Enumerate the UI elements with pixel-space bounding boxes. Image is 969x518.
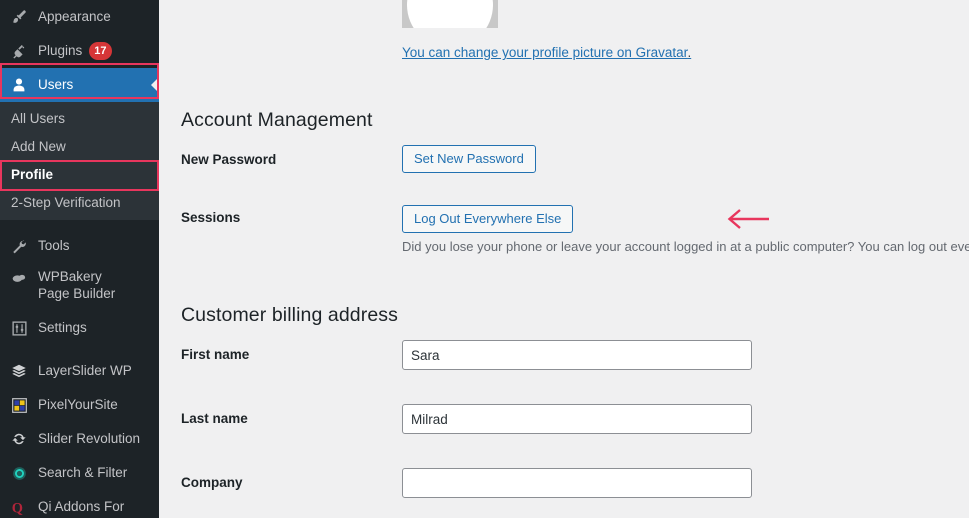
sidebar-item-label: LayerSlider WP [38,363,132,379]
first-name-input[interactable] [402,340,752,370]
grid-squares-icon [9,395,29,415]
cloud-icon [9,269,29,289]
sidebar-item-label: Tools [38,238,70,254]
sidebar-item-label: Qi Addons For [38,499,125,515]
customer-billing-address-title: Customer billing address [181,304,398,327]
avatar-silhouette [407,0,493,28]
admin-sidebar: Appearance Plugins 17 Users All Users Ad… [0,0,159,518]
sidebar-item-wpbakery-page-builder[interactable]: WPBakery Page Builder [0,263,159,311]
submenu-item-label: 2-Step Verification [11,194,121,210]
users-submenu: All Users Add New Profile 2-Step Verific… [0,102,159,220]
gravatar-link-period: . [687,45,692,60]
log-out-everywhere-else-button[interactable]: Log Out Everywhere Else [402,205,574,233]
account-management-title: Account Management [181,109,373,132]
sidebar-item-add-new-user[interactable]: Add New [0,132,159,160]
plugins-update-badge: 17 [89,42,112,60]
sidebar-item-plugins[interactable]: Plugins 17 [0,34,159,68]
first-name-label: First name [181,347,250,362]
target-circle-icon [9,463,29,483]
sidebar-item-settings[interactable]: Settings [0,311,159,345]
paintbrush-icon [9,7,29,27]
sidebar-item-all-users[interactable]: All Users [0,104,159,132]
sidebar-item-layerslider-wp[interactable]: LayerSlider WP [0,354,159,388]
sidebar-item-pixelyoursite[interactable]: PixelYourSite [0,388,159,422]
last-name-label: Last name [181,411,248,426]
plug-icon [9,41,29,61]
sidebar-item-label: PixelYourSite [38,397,118,413]
sidebar-item-label: Appearance [38,9,111,25]
new-password-label: New Password [181,152,277,167]
sidebar-item-users[interactable]: Users [0,68,159,102]
submenu-item-label: All Users [11,110,66,126]
sidebar-item-profile[interactable]: Profile [0,160,159,188]
user-icon [9,75,29,95]
sliders-icon [9,318,29,338]
avatar [402,0,498,28]
sessions-help-text: Did you lose your phone or leave your ac… [402,239,969,254]
wrench-icon [9,236,29,256]
submenu-item-label: Add New [11,138,66,154]
sidebar-item-2-step-verification[interactable]: 2-Step Verification [0,188,159,216]
gravatar-link[interactable]: You can change your profile picture on G… [402,45,691,60]
sidebar-item-slider-revolution[interactable]: Slider Revolution [0,422,159,456]
sessions-label: Sessions [181,210,241,225]
annotation-arrow-left-icon [727,209,769,229]
set-new-password-button[interactable]: Set New Password [402,145,536,173]
sidebar-item-label: Plugins [38,43,83,59]
company-input[interactable] [402,468,752,498]
menu-separator [0,345,159,354]
gravatar-link-text: You can change your profile picture on G… [402,45,688,60]
sidebar-item-label: Search & Filter [38,465,128,481]
submenu-item-label: Profile [11,166,54,182]
wordpress-admin-screen: Appearance Plugins 17 Users All Users Ad… [0,0,969,518]
sidebar-item-label: Settings [38,320,87,336]
sidebar-item-search-and-filter[interactable]: Search & Filter [0,456,159,490]
sidebar-item-label: WPBakery Page Builder [38,269,116,301]
profile-content-area: You can change your profile picture on G… [159,0,969,518]
sidebar-item-label: Users [38,77,74,93]
company-label: Company [181,475,243,490]
menu-separator [0,220,159,229]
layers-icon [9,361,29,381]
current-menu-caret-icon [151,77,159,93]
svg-text:Q: Q [12,500,23,516]
sidebar-item-qi-addons-for[interactable]: Q Qi Addons For [0,490,159,518]
sidebar-item-appearance[interactable]: Appearance [0,0,159,34]
last-name-input[interactable] [402,404,752,434]
refresh-circle-icon [9,429,29,449]
qi-letter-icon: Q [9,497,29,517]
sidebar-item-label: Slider Revolution [38,431,141,447]
sidebar-item-tools[interactable]: Tools [0,229,159,263]
